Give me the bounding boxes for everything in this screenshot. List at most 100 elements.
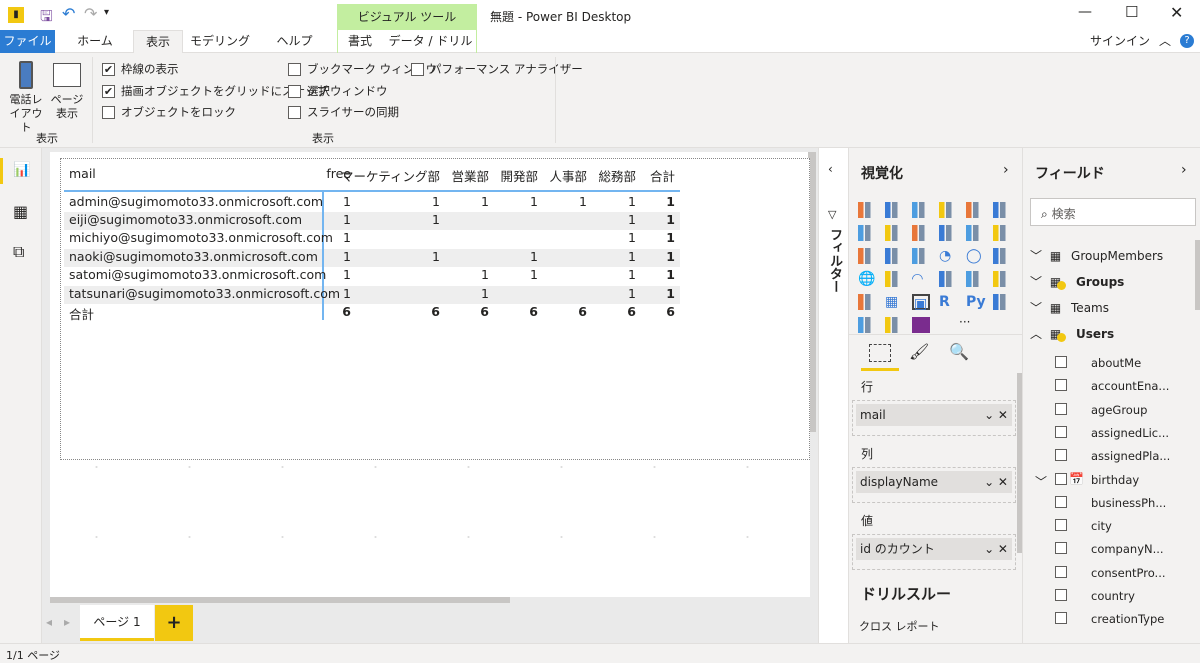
100-column-visual-icon[interactable] (993, 202, 1011, 218)
scatter-visual-icon[interactable] (912, 248, 930, 264)
checkbox-unchecked[interactable] (288, 62, 301, 76)
field-checkbox[interactable] (1055, 589, 1067, 601)
line-visual-icon[interactable] (858, 225, 876, 241)
field-pill-displayname[interactable]: displayName ⌄ ✕ (856, 471, 1012, 493)
fields-scrollbar[interactable] (1195, 240, 1200, 310)
table-teams[interactable]: ﹀ ▦ Teams (1030, 299, 1109, 316)
values-well[interactable]: id のカウント ⌄ ✕ (852, 534, 1016, 570)
field-checkbox[interactable] (1055, 472, 1067, 485)
column-header-mail[interactable]: mail (69, 166, 96, 181)
page-view-button[interactable]: ページ 表示 (48, 63, 86, 121)
phone-layout-button[interactable]: 電話レ イアウト (6, 61, 46, 135)
100-bar-visual-icon[interactable] (966, 202, 984, 218)
checkbox-unchecked[interactable] (411, 62, 424, 76)
field-checkbox[interactable] (1055, 542, 1067, 555)
redo-icon[interactable]: ↷ (84, 4, 97, 23)
arcgis-visual-icon[interactable] (885, 317, 903, 333)
chevron-down-icon[interactable]: ﹀ (1030, 275, 1042, 289)
chevron-up-icon[interactable]: ︿ (1030, 327, 1042, 341)
fields-search-input[interactable]: ⌕ 検索 (1030, 198, 1196, 226)
more-visuals-button[interactable]: ··· (959, 315, 970, 329)
field-checkbox[interactable] (1055, 495, 1067, 508)
kpi-visual-icon[interactable] (993, 271, 1011, 287)
waterfall-visual-icon[interactable] (858, 248, 876, 264)
prev-page-icon[interactable]: ◂ (46, 615, 52, 629)
funnel-visual-icon[interactable] (885, 248, 903, 264)
tab-help[interactable]: ヘルプ (262, 30, 327, 53)
column-header[interactable]: 合計 (555, 166, 675, 185)
field-checkbox[interactable] (1055, 379, 1067, 392)
stacked-bar-visual-icon[interactable] (858, 202, 876, 218)
page-tab-1[interactable]: ページ 1 (80, 605, 154, 641)
field-item[interactable]: creationType (1055, 612, 1164, 627)
table-groups[interactable]: ﹀ ▦ Groups (1030, 273, 1124, 290)
field-item[interactable]: 📅 ﹀ birthday (1035, 472, 1139, 489)
field-item[interactable]: consentPro... (1055, 565, 1166, 581)
field-checkbox[interactable] (1055, 519, 1067, 532)
checkbox-checked[interactable]: ✔ (102, 62, 115, 76)
matrix-visual-icon[interactable]: ▣ (912, 294, 930, 312)
rows-well[interactable]: mail ⌄ ✕ (852, 400, 1016, 436)
checkbox-performance-analyzer[interactable]: パフォーマンス アナライザー (411, 61, 583, 77)
stacked-column-visual-icon[interactable] (885, 202, 903, 218)
field-item[interactable]: country (1055, 589, 1135, 604)
r-visual-visual-icon[interactable]: R (939, 294, 957, 310)
donut-visual-icon[interactable]: ◯ (966, 248, 984, 264)
row-header-mail[interactable]: admin@sugimomoto33.onmicrosoft.com (69, 194, 323, 209)
data-view-icon[interactable]: ▦ (13, 202, 28, 221)
filled-map-visual-icon[interactable] (885, 271, 903, 287)
checkbox-sync-slicers[interactable]: スライサーの同期 (288, 104, 399, 120)
field-checkbox[interactable] (1055, 612, 1067, 625)
table-users[interactable]: ︿ ▦ Users (1030, 325, 1114, 342)
columns-well[interactable]: displayName ⌄ ✕ (852, 467, 1016, 503)
filters-pane-collapsed[interactable]: ‹ ▽ フィルター (818, 148, 848, 643)
chevron-down-icon[interactable]: ﹀ (1030, 301, 1042, 315)
field-item[interactable]: city (1055, 519, 1112, 534)
field-pill-mail[interactable]: mail ⌄ ✕ (856, 404, 1012, 426)
signin-link[interactable]: サインイン (1090, 30, 1150, 53)
clustered-column-visual-icon[interactable] (939, 202, 957, 218)
tab-home[interactable]: ホーム (60, 30, 130, 53)
multi-card-visual-icon[interactable] (966, 271, 984, 287)
row-header-mail[interactable]: eiji@sugimomoto33.onmicrosoft.com (69, 212, 302, 227)
report-view-icon[interactable]: 📊 (13, 162, 30, 178)
checkbox-unchecked[interactable] (102, 105, 115, 119)
slicer-visual-icon[interactable] (858, 294, 876, 310)
card-visual-icon[interactable] (939, 271, 957, 287)
treemap-visual-icon[interactable] (993, 248, 1011, 264)
checkbox-unchecked[interactable] (288, 105, 301, 119)
remove-field-icon[interactable]: ⌄ ✕ (984, 538, 1008, 560)
field-item[interactable]: businessPh... (1055, 495, 1166, 511)
checkbox-checked[interactable]: ✔ (102, 84, 115, 98)
close-button[interactable]: ✕ (1170, 3, 1183, 22)
fields-expand-icon[interactable]: › (1181, 162, 1187, 178)
gauge-visual-icon[interactable]: ◠ (912, 271, 930, 287)
line-clustered-visual-icon[interactable] (966, 225, 984, 241)
field-item[interactable]: companyN... (1055, 542, 1164, 557)
field-pill-id-count[interactable]: id のカウント ⌄ ✕ (856, 538, 1012, 560)
field-checkbox[interactable] (1055, 425, 1067, 438)
clustered-bar-visual-icon[interactable] (912, 202, 930, 218)
field-checkbox[interactable] (1055, 449, 1067, 462)
viz-expand-icon[interactable]: › (1003, 162, 1009, 178)
checkbox-gridlines[interactable]: ✔ 枠線の表示 (102, 61, 179, 77)
area-visual-icon[interactable] (885, 225, 903, 241)
collapse-ribbon-icon[interactable]: ︿ (1158, 30, 1172, 53)
field-item[interactable]: assignedPla... (1055, 449, 1170, 464)
field-item[interactable]: aboutMe (1055, 356, 1141, 371)
minimize-button[interactable]: — (1078, 4, 1092, 20)
quick-access-dropdown-icon[interactable]: ▾ (104, 7, 109, 18)
collapse-arrow-icon[interactable]: ‹ (828, 162, 833, 176)
row-header-mail[interactable]: michiyo@sugimomoto33.onmicrosoft.com (69, 230, 333, 245)
table-groupmembers[interactable]: ﹀ ▦ GroupMembers (1030, 247, 1163, 264)
fields-tab-icon[interactable] (869, 344, 891, 362)
qa-visual-icon[interactable] (858, 317, 876, 333)
custom-visual-visual-icon[interactable] (912, 317, 930, 333)
pie-visual-icon[interactable]: ◔ (939, 248, 957, 264)
key-influencers-visual-icon[interactable] (993, 294, 1011, 310)
remove-field-icon[interactable]: ⌄ ✕ (984, 404, 1008, 426)
tab-data-drill[interactable]: データ / ドリル (385, 30, 477, 53)
field-checkbox[interactable] (1055, 356, 1067, 368)
field-item[interactable]: assignedLic... (1055, 425, 1169, 441)
add-page-button[interactable]: + (155, 605, 193, 641)
